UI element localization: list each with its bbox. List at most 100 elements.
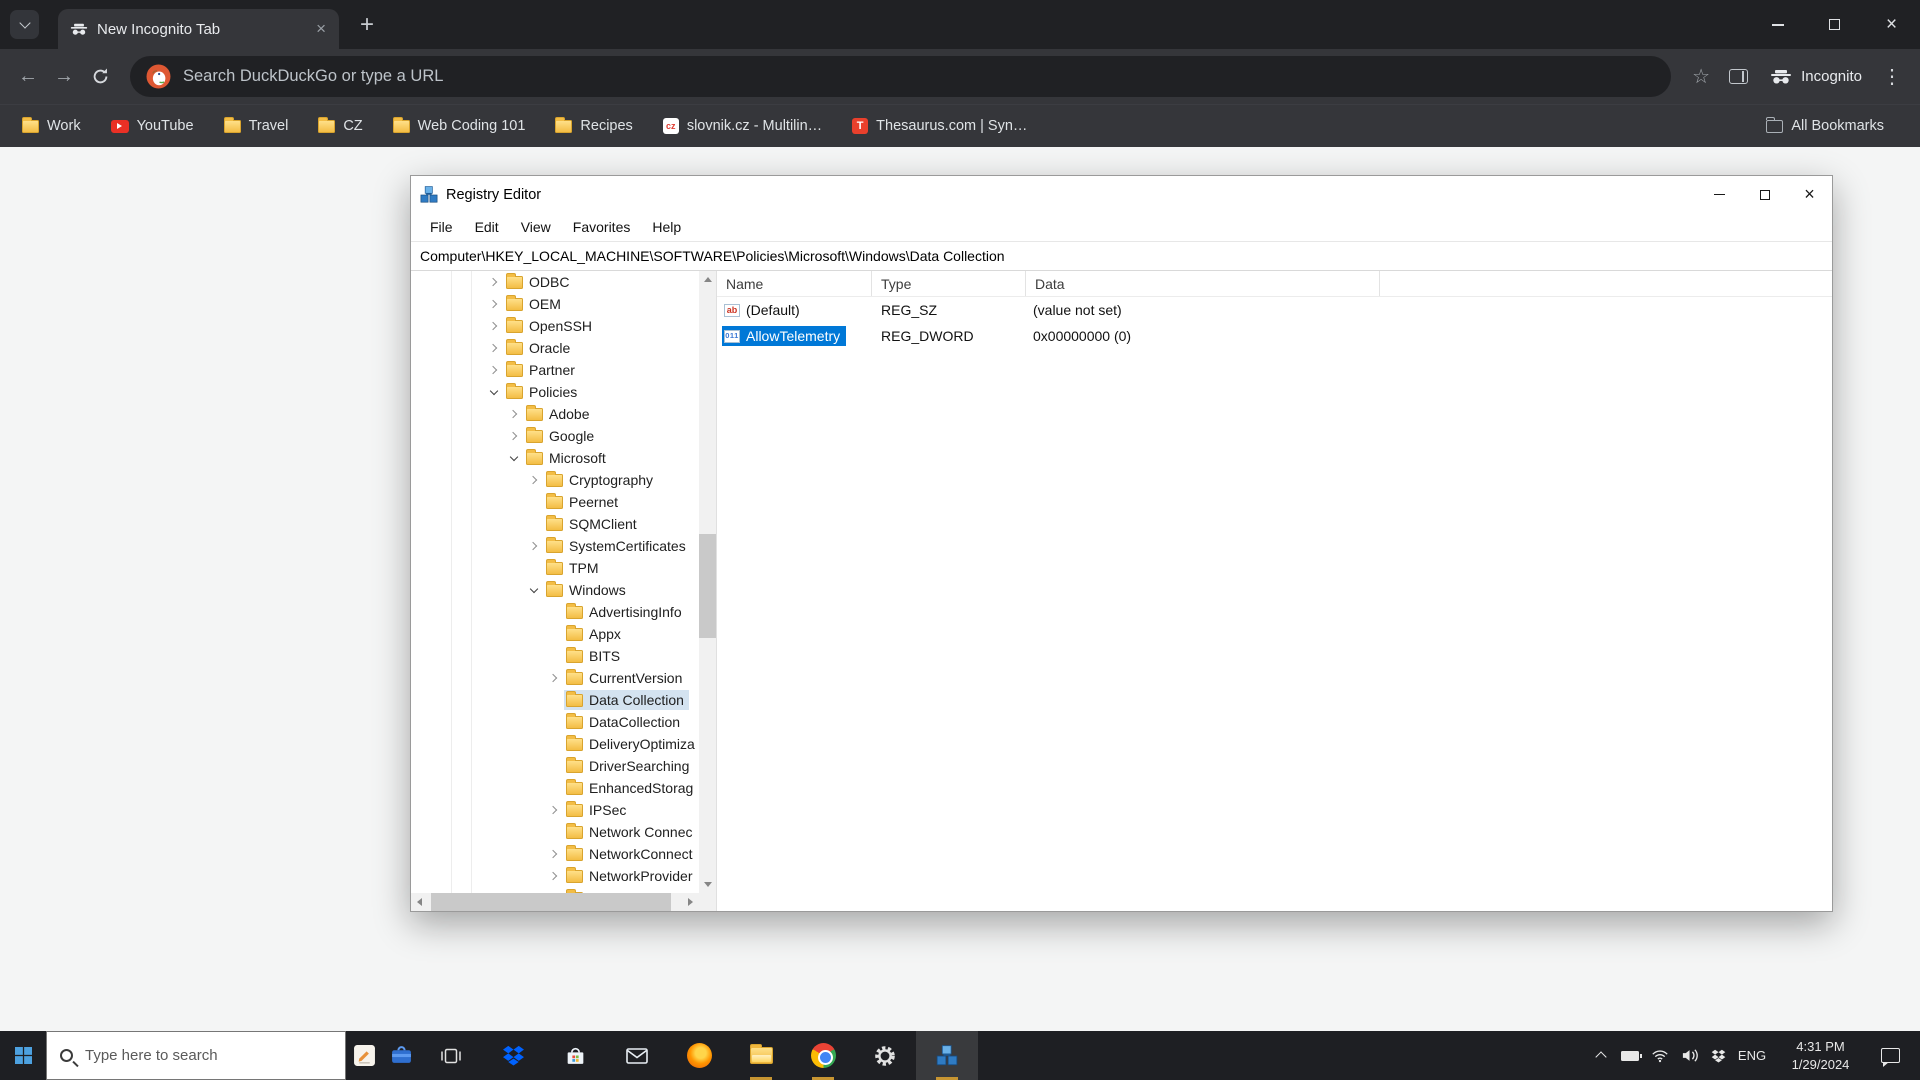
- new-tab-button[interactable]: +: [352, 10, 382, 40]
- tree-item-partner[interactable]: Partner: [411, 359, 699, 381]
- column-header-name[interactable]: Name: [717, 271, 872, 296]
- scroll-up-arrow[interactable]: [699, 271, 716, 288]
- scroll-down-arrow[interactable]: [699, 876, 716, 893]
- browser-minimize-button[interactable]: [1749, 0, 1806, 49]
- column-header-type[interactable]: Type: [872, 271, 1026, 296]
- tree-item-peernet[interactable]: Peernet: [411, 491, 699, 513]
- tray-expand-button[interactable]: [1587, 1031, 1615, 1080]
- tree-item-deliveryoptimization[interactable]: DeliveryOptimiza: [411, 733, 699, 755]
- expander-collapsed-icon[interactable]: [546, 802, 562, 818]
- expander-expanded-icon[interactable]: [506, 450, 522, 466]
- tree-item-microsoft[interactable]: Microsoft: [411, 447, 699, 469]
- bookmark-work[interactable]: Work: [22, 118, 81, 134]
- bookmark-star-icon[interactable]: ☆: [1683, 59, 1719, 95]
- all-bookmarks-button[interactable]: All Bookmarks: [1766, 118, 1884, 134]
- tree-vertical-scrollbar[interactable]: [699, 271, 716, 893]
- expander-collapsed-icon[interactable]: [506, 406, 522, 422]
- horizontal-scroll-thumb[interactable]: [431, 893, 671, 911]
- side-panel-icon[interactable]: [1729, 69, 1748, 84]
- expander-collapsed-icon[interactable]: [486, 296, 502, 312]
- bookmark-youtube[interactable]: YouTube: [111, 118, 194, 134]
- tree-item-policies[interactable]: Policies: [411, 381, 699, 403]
- browser-tab[interactable]: New Incognito Tab ×: [58, 9, 339, 49]
- value-row-allowtelemetry[interactable]: 011AllowTelemetry REG_DWORD 0x00000000 (…: [717, 323, 1832, 349]
- tree-item-google[interactable]: Google: [411, 425, 699, 447]
- scroll-left-arrow[interactable]: [411, 893, 428, 910]
- menu-edit[interactable]: Edit: [464, 219, 510, 235]
- scroll-right-arrow[interactable]: [682, 893, 699, 910]
- forward-button[interactable]: →: [46, 59, 82, 95]
- taskbar-icon-pinned-app[interactable]: [383, 1031, 420, 1080]
- value-row-default[interactable]: ab(Default) REG_SZ (value not set): [717, 297, 1832, 323]
- bookmark-slovnik[interactable]: czslovnik.cz - Multilin…: [663, 118, 822, 134]
- tree-item-datacollection[interactable]: DataCollection: [411, 711, 699, 733]
- taskbar-icon-mail[interactable]: [606, 1031, 668, 1080]
- taskbar-icon-dropbox[interactable]: [482, 1031, 544, 1080]
- taskbar-icon-chrome[interactable]: [792, 1031, 854, 1080]
- start-button[interactable]: [0, 1031, 46, 1080]
- tree-item-appx[interactable]: Appx: [411, 623, 699, 645]
- expander-collapsed-icon[interactable]: [546, 846, 562, 862]
- tree-item-advertisinginfo[interactable]: AdvertisingInfo: [411, 601, 699, 623]
- tree-item-networkprovider[interactable]: NetworkProvider: [411, 865, 699, 887]
- tree-item-openssh[interactable]: OpenSSH: [411, 315, 699, 337]
- menu-favorites[interactable]: Favorites: [562, 219, 642, 235]
- tree-item-systemcertificates[interactable]: SystemCertificates: [411, 535, 699, 557]
- regedit-close-button[interactable]: ×: [1787, 176, 1832, 213]
- menu-help[interactable]: Help: [641, 219, 692, 235]
- menu-view[interactable]: View: [510, 219, 562, 235]
- regedit-address-bar[interactable]: Computer\HKEY_LOCAL_MACHINE\SOFTWARE\Pol…: [411, 241, 1832, 271]
- tab-search-button[interactable]: [10, 10, 39, 39]
- taskbar-icon-notes[interactable]: [346, 1031, 383, 1080]
- browser-maximize-button[interactable]: [1806, 0, 1863, 49]
- expander-collapsed-icon[interactable]: [546, 670, 562, 686]
- browser-close-button[interactable]: ×: [1863, 0, 1920, 49]
- vertical-scroll-thumb[interactable]: [699, 534, 716, 638]
- bookmark-cz[interactable]: CZ: [318, 118, 362, 134]
- clock[interactable]: 4:31 PM 1/29/2024: [1773, 1031, 1868, 1080]
- tree-item-oracle[interactable]: Oracle: [411, 337, 699, 359]
- tree-item-networkconnectivity[interactable]: NetworkConnect: [411, 843, 699, 865]
- expander-collapsed-icon[interactable]: [506, 428, 522, 444]
- menu-file[interactable]: File: [419, 219, 464, 235]
- tree-item-driversearching[interactable]: DriverSearching: [411, 755, 699, 777]
- back-button[interactable]: ←: [10, 59, 46, 95]
- battery-indicator[interactable]: [1615, 1031, 1645, 1080]
- tree-item-network-connections[interactable]: Network Connec: [411, 821, 699, 843]
- tree-item-bits[interactable]: BITS: [411, 645, 699, 667]
- expander-collapsed-icon[interactable]: [486, 318, 502, 334]
- tree-item-adobe[interactable]: Adobe: [411, 403, 699, 425]
- dropbox-tray-icon[interactable]: [1705, 1031, 1731, 1080]
- tree-item-ipsec[interactable]: IPSec: [411, 799, 699, 821]
- column-header-data[interactable]: Data: [1026, 271, 1380, 296]
- expander-collapsed-icon[interactable]: [486, 362, 502, 378]
- taskbar-icon-regedit[interactable]: [916, 1031, 978, 1080]
- regedit-titlebar[interactable]: Registry Editor ×: [411, 176, 1832, 213]
- tree-item-cryptography[interactable]: Cryptography: [411, 469, 699, 491]
- expander-collapsed-icon[interactable]: [486, 340, 502, 356]
- regedit-maximize-button[interactable]: [1742, 176, 1787, 213]
- network-indicator[interactable]: [1645, 1031, 1675, 1080]
- taskbar-icon-store[interactable]: [544, 1031, 606, 1080]
- address-bar[interactable]: Search DuckDuckGo or type a URL: [130, 56, 1671, 97]
- menu-icon[interactable]: ⋮: [1874, 59, 1910, 95]
- tree-horizontal-scrollbar[interactable]: [411, 893, 716, 911]
- expander-expanded-icon[interactable]: [526, 582, 542, 598]
- taskbar-icon-file-explorer[interactable]: [730, 1031, 792, 1080]
- selected-value[interactable]: 011AllowTelemetry: [722, 326, 846, 346]
- taskbar-search[interactable]: Type here to search: [46, 1031, 346, 1080]
- language-indicator[interactable]: ENG: [1731, 1031, 1773, 1080]
- expander-expanded-icon[interactable]: [486, 384, 502, 400]
- tree-item-data-collection[interactable]: Data Collection: [411, 689, 699, 711]
- tree-item-tpm[interactable]: TPM: [411, 557, 699, 579]
- expander-collapsed-icon[interactable]: [526, 538, 542, 554]
- tree-item-oem[interactable]: OEM: [411, 293, 699, 315]
- tab-close-icon[interactable]: ×: [313, 19, 329, 39]
- action-center-button[interactable]: [1868, 1031, 1912, 1080]
- tree-item-sqmclient[interactable]: SQMClient: [411, 513, 699, 535]
- bookmark-travel[interactable]: Travel: [224, 118, 289, 134]
- taskbar-icon-settings[interactable]: [854, 1031, 916, 1080]
- regedit-minimize-button[interactable]: [1697, 176, 1742, 213]
- bookmark-thesaurus[interactable]: TThesaurus.com | Syn…: [852, 118, 1027, 134]
- taskbar-icon-task-view[interactable]: [420, 1031, 482, 1080]
